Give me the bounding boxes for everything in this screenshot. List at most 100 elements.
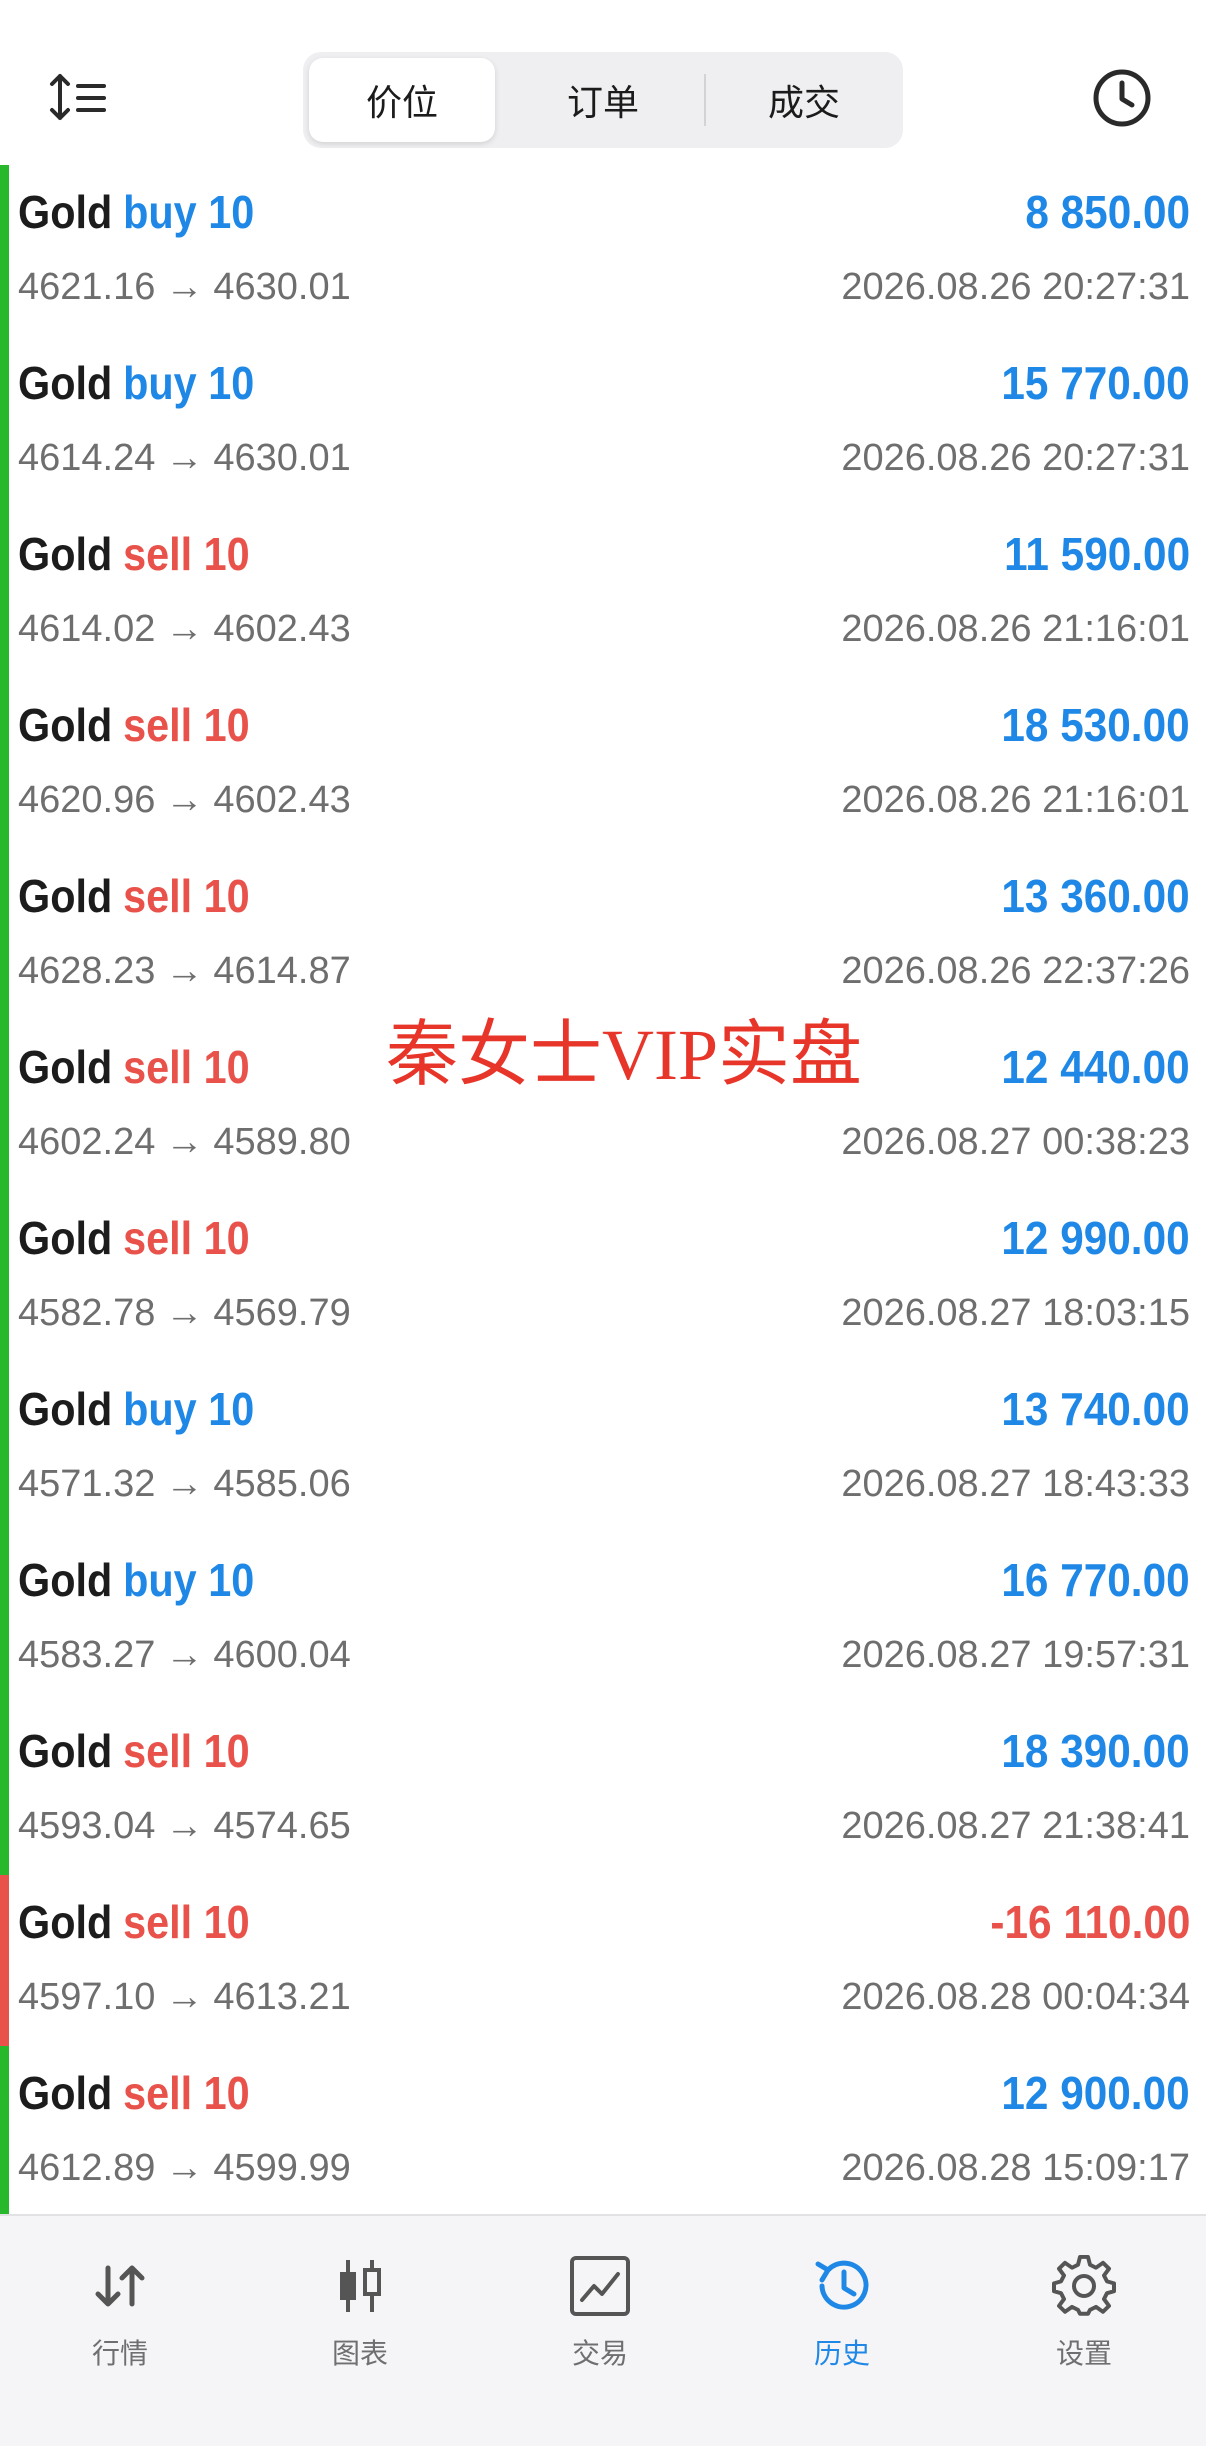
deal-title: Gold sell 10 [18, 690, 250, 760]
tab-label: 交易 [571, 2338, 628, 2369]
close-price: 4614.87 [213, 949, 351, 992]
close-price: 4600.04 [213, 1633, 351, 1676]
result-indicator-bar [0, 849, 9, 1020]
deal-title: Gold buy 10 [18, 1374, 254, 1444]
deal-row[interactable]: Gold sell 10 -16 110.00 4597.10 → 4613.21 2026… [0, 1875, 1206, 2046]
tab-settings[interactable]: 设置 [1004, 2254, 1164, 2394]
deal-symbol: Gold [18, 186, 113, 238]
open-price: 4612.89 [18, 2146, 156, 2189]
arrow-icon: → [165, 1291, 204, 1334]
deal-side: buy 10 [123, 357, 255, 409]
segmented-control: 价位 订单 成交 [303, 52, 903, 148]
tab-orders[interactable]: 订单 [510, 58, 696, 142]
deal-side: sell 10 [123, 528, 250, 580]
arrow-icon: → [165, 607, 204, 650]
deal-prices: 4602.24 → 4589.80 [18, 1112, 351, 1172]
deal-prices: 4621.16 → 4630.01 [18, 257, 351, 317]
open-price: 4602.24 [18, 1120, 156, 1163]
deal-prices: 4571.32 → 4585.06 [18, 1454, 351, 1514]
tab-label: 图表 [331, 2338, 388, 2369]
sort-icon[interactable] [48, 68, 118, 128]
deal-row[interactable]: Gold sell 10 12 900.00 4612.89 → 4599.99 2026.… [0, 2046, 1206, 2217]
deal-row[interactable]: Gold buy 10 8 850.00 4621.16 → 4630.01 2026.08… [0, 165, 1206, 336]
arrow-icon: → [165, 265, 204, 308]
deal-side: sell 10 [123, 870, 250, 922]
tab-quotes[interactable]: 行情 [40, 2254, 200, 2394]
open-price: 4582.78 [18, 1291, 156, 1334]
deal-profit: 18 530.00 [1001, 699, 1190, 751]
deal-time: 2026.08.27 00:38:23 [841, 1120, 1190, 1163]
result-indicator-bar [0, 1875, 9, 2046]
deal-row[interactable]: Gold sell 10 18 530.00 4620.96 → 4602.43 2026.… [0, 678, 1206, 849]
arrow-icon: → [165, 1804, 204, 1847]
deal-row[interactable]: Gold buy 10 16 770.00 4583.27 → 4600.04 2026.0… [0, 1533, 1206, 1704]
deal-prices: 4628.23 → 4614.87 [18, 941, 351, 1001]
deal-prices: 4612.89 → 4599.99 [18, 2138, 351, 2198]
tab-label: 行情 [91, 2338, 148, 2369]
deal-profit: 11 590.00 [1004, 528, 1190, 580]
deal-symbol: Gold [18, 528, 113, 580]
quotes-icon [95, 2265, 145, 2307]
tab-chart[interactable]: 图表 [280, 2254, 440, 2394]
deal-side: sell 10 [123, 1725, 250, 1777]
deal-title: Gold sell 10 [18, 519, 250, 589]
result-indicator-bar [0, 678, 9, 849]
result-indicator-bar [0, 336, 9, 507]
clock-icon[interactable] [1090, 66, 1154, 130]
deal-profit: 13 360.00 [1001, 870, 1190, 922]
deal-row[interactable]: Gold sell 10 18 390.00 4593.04 → 4574.65 2026.… [0, 1704, 1206, 1875]
open-price: 4614.24 [18, 436, 156, 479]
deal-side: sell 10 [123, 1212, 250, 1264]
deal-profit: 8 850.00 [1025, 186, 1190, 238]
close-price: 4630.01 [213, 265, 351, 308]
deal-row[interactable]: Gold buy 10 13 740.00 4571.32 → 4585.06 2026.0… [0, 1362, 1206, 1533]
deal-symbol: Gold [18, 1041, 113, 1093]
arrow-icon: → [165, 1975, 204, 2018]
deal-symbol: Gold [18, 1725, 113, 1777]
open-price: 4614.02 [18, 607, 156, 650]
tab-trade[interactable]: 交易 [520, 2254, 680, 2394]
deal-row[interactable]: Gold sell 10 11 590.00 4614.02 → 4602.43 2026.… [0, 507, 1206, 678]
deal-title: Gold sell 10 [18, 1887, 250, 1957]
close-price: 4574.65 [213, 1804, 351, 1847]
deal-profit: 13 740.00 [1001, 1383, 1190, 1435]
deal-prices: 4583.27 → 4600.04 [18, 1625, 351, 1685]
deal-list: Gold buy 10 8 850.00 4621.16 → 4630.01 2026.08… [0, 165, 1206, 2217]
tab-label: 历史 [813, 2338, 870, 2369]
deal-row[interactable]: Gold sell 10 12 990.00 4582.78 → 4569.79 2026.… [0, 1191, 1206, 1362]
tab-deals[interactable]: 成交 [711, 58, 897, 142]
deal-symbol: Gold [18, 870, 113, 922]
deal-title: Gold sell 10 [18, 1032, 250, 1102]
deal-side: buy 10 [123, 1383, 255, 1435]
result-indicator-bar [0, 1704, 9, 1875]
open-price: 4621.16 [18, 265, 156, 308]
deal-title: Gold sell 10 [18, 861, 250, 931]
trade-icon [570, 2256, 630, 2316]
deal-symbol: Gold [18, 1212, 113, 1264]
deal-profit: 12 900.00 [1001, 2067, 1190, 2119]
result-indicator-bar [0, 165, 9, 336]
deal-time: 2026.08.26 22:37:26 [841, 949, 1190, 992]
settings-icon [1052, 2254, 1116, 2316]
deal-prices: 4614.02 → 4602.43 [18, 599, 351, 659]
arrow-icon: → [165, 949, 204, 992]
deal-prices: 4614.24 → 4630.01 [18, 428, 351, 488]
open-price: 4620.96 [18, 778, 156, 821]
deal-side: sell 10 [123, 2067, 250, 2119]
tab-history[interactable]: 历史 [762, 2254, 922, 2394]
deal-title: Gold buy 10 [18, 177, 254, 247]
deal-time: 2026.08.28 15:09:17 [841, 2146, 1190, 2189]
deal-time: 2026.08.28 00:04:34 [841, 1975, 1190, 2018]
arrow-icon: → [165, 436, 204, 479]
deal-row[interactable]: Gold buy 10 15 770.00 4614.24 → 4630.01 2026.0… [0, 336, 1206, 507]
result-indicator-bar [0, 1191, 9, 1362]
deal-prices: 4582.78 → 4569.79 [18, 1283, 351, 1343]
tab-price[interactable]: 价位 [309, 58, 495, 142]
deal-profit: 15 770.00 [1001, 357, 1190, 409]
deal-title: Gold sell 10 [18, 2058, 250, 2128]
arrow-icon: → [165, 1633, 204, 1676]
close-price: 4602.43 [213, 778, 351, 821]
deal-side: sell 10 [123, 1041, 250, 1093]
arrow-icon: → [165, 1120, 204, 1163]
deal-time: 2026.08.26 20:27:31 [841, 436, 1190, 479]
